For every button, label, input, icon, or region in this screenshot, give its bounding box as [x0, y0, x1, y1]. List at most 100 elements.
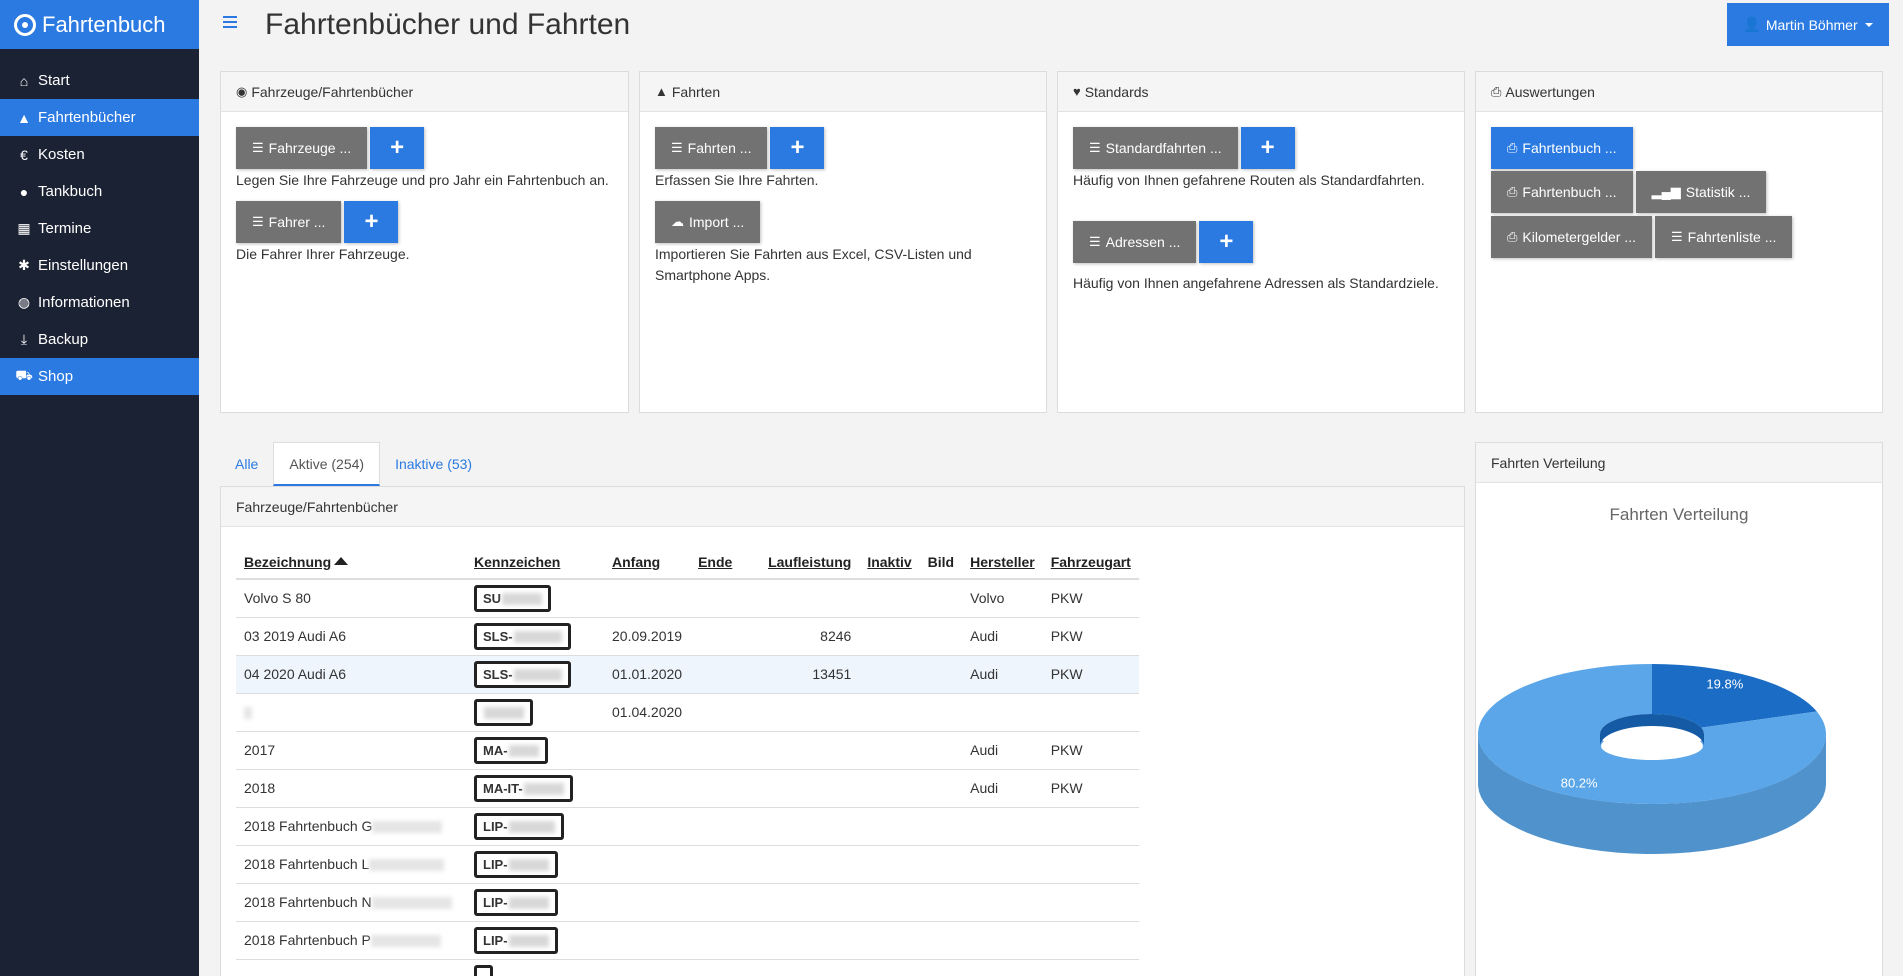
sidebar-item-label: Kosten	[38, 146, 85, 163]
add-address-button[interactable]: +	[1199, 221, 1254, 263]
tab-active[interactable]: Aktive (254)	[273, 442, 381, 486]
panel-standards-header: ♥ Standards	[1058, 72, 1464, 112]
cell-name: 2018 Fahrtenbuch G	[236, 807, 466, 846]
plate-prefix: SLS-	[483, 666, 513, 682]
logbook-report-button[interactable]: ⎙ Fahrtenbuch ...	[1491, 171, 1633, 213]
column-header-label: Inaktiv	[867, 554, 912, 570]
cell-mileage: 13451	[760, 655, 860, 694]
sidebar-item-start[interactable]: ⌂ Start	[0, 62, 199, 99]
user-menu-button[interactable]: 👤 Martin Böhmer	[1727, 3, 1889, 46]
column-header-bezeichnung[interactable]: Bezeichnung	[236, 539, 466, 580]
table-row[interactable]	[236, 959, 1139, 976]
cell-plate: SLS-	[466, 617, 604, 656]
sidebar-item-einstellungen[interactable]: ✱ Einstellungen	[0, 247, 199, 284]
statistics-button[interactable]: ▂▄▆ Statistik ...	[1635, 171, 1767, 213]
drivers-button[interactable]: ☰ Fahrer ...	[236, 201, 342, 243]
table-row[interactable]: 04 2020 Audi A6 SLS- 01.01.2020 13451 Audi PK…	[236, 655, 1139, 694]
vehicle-name: 03 2019 Audi A6	[244, 628, 346, 644]
sidebar-item-kosten[interactable]: € Kosten	[0, 136, 199, 173]
panel-chart: Fahrten Verteilung Fahrten Verteilung 19…	[1475, 442, 1883, 976]
cell-image	[919, 845, 963, 884]
sidebar-item-tankbuch[interactable]: ● Tankbuch	[0, 173, 199, 210]
plate-prefix: SU	[483, 590, 502, 606]
panel-title: Auswertungen	[1505, 83, 1595, 100]
column-header-bild[interactable]: Bild	[919, 539, 963, 580]
tab-inactive[interactable]: Inaktive (53)	[380, 442, 487, 486]
download-icon: ⤓	[20, 331, 28, 347]
license-plate: SLS-	[474, 622, 571, 650]
print-icon: ⎙	[1507, 184, 1518, 199]
column-header-anfang[interactable]: Anfang	[604, 539, 691, 580]
add-trip-button[interactable]: +	[770, 127, 825, 169]
cell-maker	[962, 807, 1043, 846]
list-icon: ☰	[1089, 234, 1101, 249]
vehicle-name: 2018 Fahrtenbuch L	[244, 856, 370, 872]
cell-kind: PKW	[1042, 769, 1139, 808]
cell-start	[604, 921, 691, 960]
calendar-icon: ▦	[17, 220, 31, 236]
cell-plate: LIP-	[466, 883, 604, 922]
cell-inactive	[859, 693, 920, 732]
sidebar-item-shop[interactable]: ⛟ Shop	[0, 358, 199, 395]
table-row[interactable]: 2017 MA- Audi PKW	[236, 731, 1139, 770]
tab-all[interactable]: Alle	[220, 442, 273, 486]
cell-end	[690, 845, 761, 884]
column-header-laufleistung[interactable]: Laufleistung	[760, 539, 860, 580]
table-row[interactable]: 01.04.2020	[236, 693, 1139, 732]
plus-icon: +	[390, 134, 405, 161]
redacted-text	[371, 897, 452, 910]
table-row[interactable]: 2018 Fahrtenbuch L LIP-	[236, 845, 1139, 884]
logbook-report-primary-button[interactable]: ⎙ Fahrtenbuch ...	[1491, 127, 1633, 169]
trips-button[interactable]: ☰ Fahrten ...	[655, 127, 768, 169]
brand[interactable]: Fahrtenbuch	[0, 0, 199, 49]
trip-list-button[interactable]: ☰ Fahrtenliste ...	[1655, 216, 1793, 258]
cell-maker	[962, 959, 1043, 976]
cell-maker: Volvo	[962, 579, 1043, 618]
column-header-label: Hersteller	[970, 554, 1035, 570]
table-row[interactable]: 2018 Fahrtenbuch P LIP-	[236, 921, 1139, 960]
vehicles-button[interactable]: ☰ Fahrzeuge ...	[236, 127, 368, 169]
table-row[interactable]: 2018 Fahrtenbuch N LIP-	[236, 883, 1139, 922]
cell-inactive	[859, 617, 920, 656]
panel-title: Fahrzeuge/Fahrtenbücher	[236, 498, 398, 515]
column-header-kennzeichen[interactable]: Kennzeichen	[466, 539, 604, 580]
column-header-hersteller[interactable]: Hersteller	[962, 539, 1043, 580]
add-driver-button[interactable]: +	[344, 201, 399, 243]
plus-icon: +	[1219, 228, 1234, 255]
addresses-button[interactable]: ☰ Adressen ...	[1073, 221, 1197, 263]
standard-routes-button[interactable]: ☰ Standardfahrten ...	[1073, 127, 1238, 169]
cell-kind: PKW	[1042, 655, 1139, 694]
sidebar-nav: ⌂ Start ▲ Fahrtenbücher € Kosten ● Tankbuch ▦ Ter…	[0, 62, 199, 395]
menu-toggle-icon[interactable]	[223, 16, 237, 28]
cell-end	[690, 731, 761, 770]
cell-mileage	[760, 693, 860, 732]
cell-kind	[1042, 959, 1139, 976]
button-label: Fahrtenbuch ...	[1522, 140, 1617, 156]
add-vehicle-button[interactable]: +	[370, 127, 425, 169]
vehicle-name: 04 2020 Audi A6	[244, 666, 346, 682]
table-row[interactable]: 2018 MA-IT- Audi PKW	[236, 769, 1139, 808]
sidebar-item-termine[interactable]: ▦ Termine	[0, 210, 199, 247]
column-header-fahrzeugart[interactable]: Fahrzeugart	[1042, 539, 1139, 580]
sidebar-item-label: Informationen	[38, 294, 130, 311]
sidebar-item-backup[interactable]: ⤓ Backup	[0, 321, 199, 358]
license-plate: LIP-	[474, 850, 558, 878]
vehicles-table: Bezeichnung Kennzeichen Anfang Ende Laufleis…	[236, 539, 1139, 976]
add-standard-route-button[interactable]: +	[1240, 127, 1295, 169]
column-header-label: Fahrzeugart	[1050, 554, 1131, 570]
column-header-inaktiv[interactable]: Inaktiv	[859, 539, 920, 580]
cell-mileage	[760, 959, 860, 976]
sidebar-item-fahrtenbücher[interactable]: ▲ Fahrtenbücher	[0, 99, 199, 136]
sidebar-item-informationen[interactable]: ◍ Informationen	[0, 284, 199, 321]
list-icon: ☰	[252, 140, 264, 155]
import-button[interactable]: ☁ Import ...	[655, 201, 761, 243]
license-plate: MA-IT-	[474, 774, 573, 802]
cell-name: 2017	[236, 731, 466, 770]
cell-image	[919, 769, 963, 808]
mileage-allowance-button[interactable]: ⎙ Kilometergelder ...	[1491, 216, 1653, 258]
table-row[interactable]: 03 2019 Audi A6 SLS- 20.09.2019 8246 Audi PKW	[236, 617, 1139, 656]
column-header-ende[interactable]: Ende	[690, 539, 761, 580]
table-row[interactable]: Volvo S 80 SU Volvo PKW	[236, 579, 1139, 618]
table-row[interactable]: 2018 Fahrtenbuch G LIP-	[236, 807, 1139, 846]
sidebar-item-label: Fahrtenbücher	[38, 109, 136, 126]
